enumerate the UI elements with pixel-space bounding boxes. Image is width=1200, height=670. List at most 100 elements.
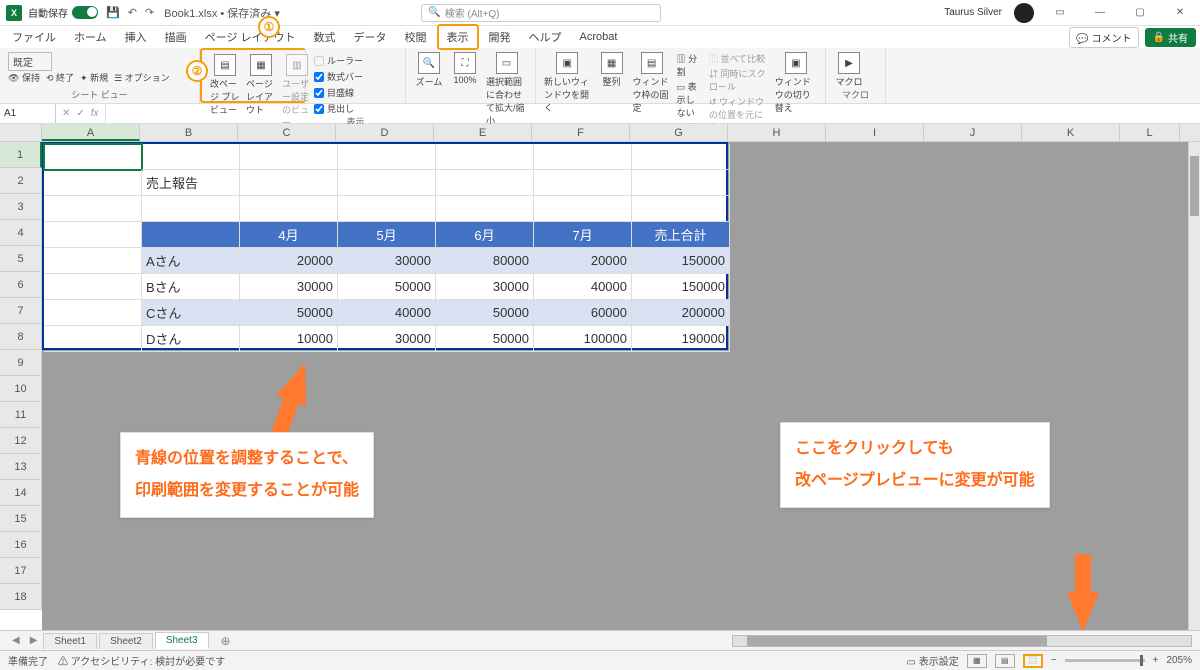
cell-value[interactable]: 30000 [338, 248, 436, 274]
cell-header[interactable]: 6月 [436, 222, 534, 248]
toggle-switch-icon[interactable] [72, 6, 98, 19]
cell-header-name[interactable] [142, 222, 240, 248]
tab-review[interactable]: 校閲 [397, 26, 435, 48]
cell-row-name[interactable]: Aさん [142, 248, 240, 274]
row-header[interactable]: 11 [0, 402, 42, 428]
tab-draw[interactable]: 描画 [157, 26, 195, 48]
share-button[interactable]: 🔒 共有 [1145, 28, 1196, 47]
row-header[interactable]: 4 [0, 220, 42, 246]
row-header[interactable]: 6 [0, 272, 42, 298]
sheet-nav-next[interactable]: ▶ [26, 635, 42, 646]
cell-empty[interactable] [240, 170, 338, 196]
split-button[interactable]: ▥ 分割 [677, 52, 703, 78]
cell-value[interactable]: 50000 [240, 300, 338, 326]
row-header[interactable]: 17 [0, 558, 42, 584]
cell-empty[interactable] [534, 144, 632, 170]
col-header[interactable]: D [336, 124, 434, 141]
zoom-in-button[interactable]: + [1153, 655, 1159, 666]
autosave-toggle[interactable]: 自動保存 [28, 5, 98, 20]
cell-empty[interactable] [534, 196, 632, 222]
row-header[interactable]: 5 [0, 246, 42, 272]
redo-icon[interactable]: ↷ [145, 6, 154, 19]
macros-button[interactable]: ▶マクロ [834, 52, 864, 88]
vertical-scrollbar[interactable] [1188, 142, 1200, 630]
horizontal-scrollbar[interactable] [732, 635, 1192, 647]
page-layout-button[interactable]: ▦ ページ レイアウト [246, 54, 276, 116]
cell-value[interactable]: 50000 [338, 274, 436, 300]
tab-developer[interactable]: 開発 [481, 26, 519, 48]
cell-row-name[interactable]: Cさん [142, 300, 240, 326]
formula-bar-checkbox[interactable]: 数式バー [314, 70, 397, 83]
col-header[interactable]: H [728, 124, 826, 141]
sheet-view-dropdown[interactable]: 既定 [8, 52, 52, 71]
tab-acrobat[interactable]: Acrobat [572, 28, 626, 46]
cell-empty[interactable] [632, 170, 730, 196]
col-header[interactable]: E [434, 124, 532, 141]
cell-empty[interactable] [436, 170, 534, 196]
add-sheet-button[interactable]: ⊕ [211, 632, 241, 650]
row-header[interactable]: 13 [0, 454, 42, 480]
cell-value[interactable]: 150000 [632, 248, 730, 274]
col-header[interactable]: I [826, 124, 924, 141]
row-header[interactable]: 8 [0, 324, 42, 350]
tab-help[interactable]: ヘルプ [521, 26, 570, 48]
cell-value[interactable]: 30000 [338, 326, 436, 352]
normal-view-button[interactable]: ▦ [967, 654, 987, 668]
cell-empty[interactable] [338, 144, 436, 170]
tab-data[interactable]: データ [346, 26, 395, 48]
col-header[interactable]: K [1022, 124, 1120, 141]
row-header[interactable]: 14 [0, 480, 42, 506]
sheet-tab[interactable]: Sheet1 [43, 633, 97, 649]
cell-header[interactable]: 5月 [338, 222, 436, 248]
sheet-tab-active[interactable]: Sheet3 [155, 632, 209, 649]
cancel-formula-icon[interactable]: ✕ [62, 108, 70, 119]
custom-views-button[interactable]: ▥ ユーザー設定のビュー [282, 54, 312, 129]
tab-file[interactable]: ファイル [4, 26, 64, 48]
cell-header[interactable]: 7月 [534, 222, 632, 248]
cell-value[interactable]: 40000 [534, 274, 632, 300]
row-header[interactable]: 10 [0, 376, 42, 402]
row-header[interactable]: 1 [0, 142, 42, 168]
cell-empty[interactable] [44, 196, 142, 222]
cell-empty[interactable] [44, 170, 142, 196]
sheet-nav-prev[interactable]: ◀ [8, 635, 24, 646]
cell-A1[interactable] [44, 144, 142, 170]
col-header[interactable]: A [42, 124, 140, 141]
row-header[interactable]: 9 [0, 350, 42, 376]
zoom-slider[interactable] [1065, 659, 1145, 662]
cell-header[interactable]: 4月 [240, 222, 338, 248]
cell-row-name[interactable]: Dさん [142, 326, 240, 352]
cell-value[interactable]: 40000 [338, 300, 436, 326]
cell-value[interactable]: 10000 [240, 326, 338, 352]
cell-value[interactable]: 50000 [436, 300, 534, 326]
fx-icon[interactable]: fx [91, 108, 99, 119]
col-header[interactable]: C [238, 124, 336, 141]
tab-page-layout[interactable]: ページ レイアウト [197, 26, 304, 48]
exit-view-button[interactable]: ⟲ 終了 [46, 71, 74, 84]
zoom-button[interactable]: 🔍ズーム [414, 52, 444, 88]
zoom-level[interactable]: 205% [1166, 655, 1192, 666]
zoom-100-button[interactable]: ⛶100% [450, 52, 480, 85]
cell-value[interactable]: 150000 [632, 274, 730, 300]
gridlines-checkbox[interactable]: 目盛線 [314, 86, 397, 99]
cell-empty[interactable] [240, 196, 338, 222]
keep-view-button[interactable]: 👁 保持 [8, 71, 40, 84]
cell-empty[interactable] [436, 144, 534, 170]
cell-value[interactable]: 100000 [534, 326, 632, 352]
row-header[interactable]: 3 [0, 194, 42, 220]
tab-formulas[interactable]: 数式 [306, 26, 344, 48]
print-area[interactable]: 1 ページ 売上報告 4月 5月 6月 7月 売上合計 Aさん200003000… [42, 142, 728, 350]
cell-empty[interactable] [338, 170, 436, 196]
cell-empty[interactable] [436, 196, 534, 222]
cell-empty[interactable] [44, 248, 142, 274]
tab-view[interactable]: 表示 [437, 24, 479, 50]
side-by-side-button[interactable]: ⿲ 並べて比較 [709, 52, 769, 65]
cell-value[interactable]: 20000 [240, 248, 338, 274]
col-header[interactable]: J [924, 124, 1022, 141]
col-header[interactable]: G [630, 124, 728, 141]
cell-value[interactable]: 50000 [436, 326, 534, 352]
view-options-button[interactable]: ☰ オプション [114, 71, 170, 84]
zoom-out-button[interactable]: − [1051, 655, 1057, 666]
page-break-view-button[interactable]: ⿳ [1023, 654, 1043, 668]
tab-home[interactable]: ホーム [66, 26, 115, 48]
